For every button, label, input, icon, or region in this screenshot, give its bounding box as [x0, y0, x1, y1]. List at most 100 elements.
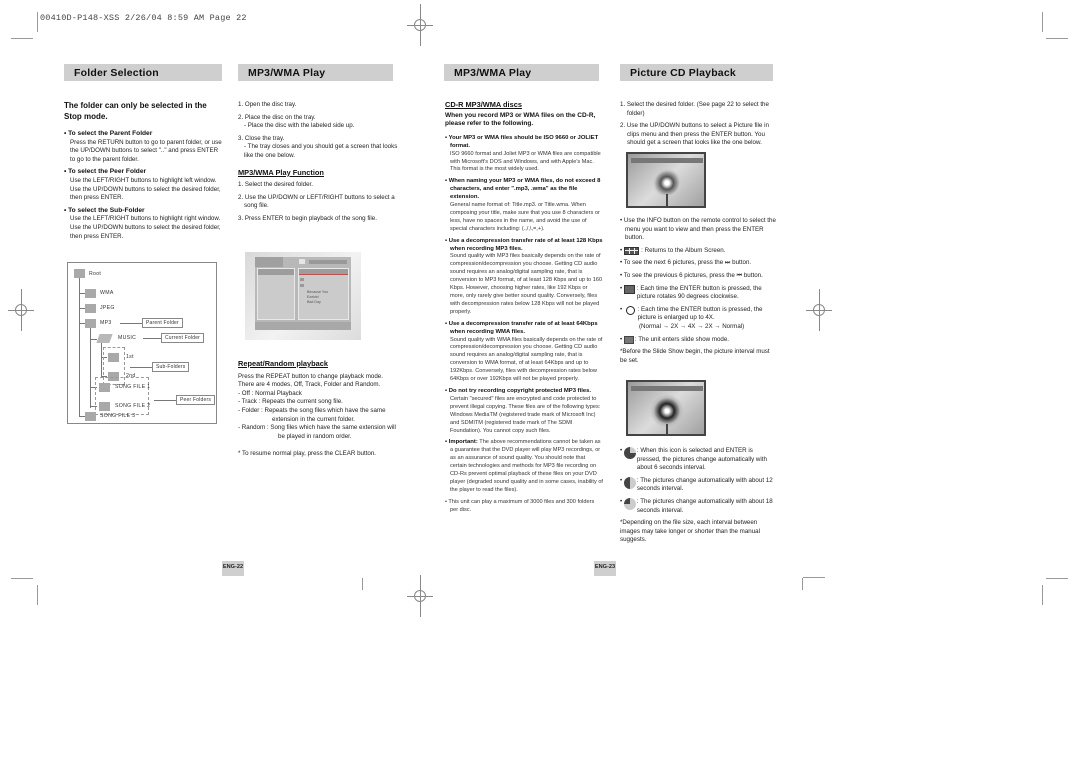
- crop-mark: [1046, 578, 1068, 579]
- picture-cd-steps: 1. Select the desired folder. (See page …: [620, 101, 778, 152]
- registration-mark-right: [806, 289, 832, 331]
- picture-step-1: 1. Select the desired folder. (See page …: [620, 101, 769, 117]
- open-folder-icon: [96, 334, 113, 343]
- iso-body: ISO 9660 format and Joliet MP3 or WMA fi…: [450, 150, 601, 173]
- section-header-folder-selection: Folder Selection: [64, 64, 222, 81]
- tree-node-song-file-2: SONG FILE 2: [115, 403, 151, 409]
- repeat-title: Repeat/Random playback: [238, 359, 328, 368]
- slideshow-text: : The unit enters slide show mode.: [634, 335, 730, 343]
- important-label: • Important:: [445, 439, 478, 446]
- folder-icon: [85, 319, 96, 328]
- picture-cd-controls: • Use the INFO button on the remote cont…: [620, 217, 778, 369]
- crop-mark: [1042, 585, 1043, 605]
- step-2: 2. Place the disc on the tray.: [238, 113, 316, 121]
- naming-title: • When naming your MP3 or WMA files, do …: [445, 178, 601, 201]
- function-step-2: 2. Use the UP/DOWN or LEFT/RIGHT buttons…: [238, 193, 395, 210]
- album-text: : Returns to the Album Screen.: [641, 246, 726, 254]
- capacity-note: • This unit can play a maximum of 3000 f…: [445, 498, 595, 513]
- crop-mark: [1042, 12, 1043, 32]
- slideshow-icon: [623, 335, 634, 344]
- tree-node-wma: WMA: [100, 290, 114, 296]
- peer-folder-title: • To select the Peer Folder: [64, 168, 147, 176]
- folder-icon: [99, 383, 110, 392]
- function-step-3: 3. Press ENTER to begin playback of the …: [238, 214, 377, 222]
- interval-18s-text: : The pictures change automatically with…: [636, 497, 773, 514]
- slideshow-intervals: • : When this icon is selected and ENTER…: [620, 447, 778, 549]
- rotate-text: : Each time the ENTER button is pressed,…: [636, 284, 762, 301]
- tree-node-song-file-3: SONG FILE 3: [100, 413, 136, 419]
- zoom-sequence: (Normal → 2X → 4X → 2X → Normal): [639, 322, 745, 330]
- cdr-discs-section: CD-R MP3/WMA discs When you record MP3 o…: [445, 100, 603, 519]
- tree-node-mp3: MP3: [100, 320, 112, 326]
- naming-body: General name format of: Title.mp3. or Ti…: [450, 202, 600, 232]
- picture-screenshot-1: [626, 152, 706, 208]
- section-header-picture-cd: Picture CD Playback: [620, 64, 773, 81]
- folder-icon: [85, 289, 96, 298]
- label-current-folder: Current Folder: [161, 333, 205, 343]
- interval-12s-icon: [623, 476, 636, 489]
- crop-mark: [803, 577, 825, 578]
- wma-rate-title: • Use a decompression transfer rate of a…: [445, 320, 598, 335]
- folder-tree-diagram: Root WMA JPEG MP3 MUSIC 1st 2nd SONG FIL…: [67, 262, 217, 424]
- mp3-menu-screenshot: Because You Ezekiel Bad Day: [245, 252, 361, 340]
- mode-random: - Random : Song files which have the sam…: [238, 424, 396, 440]
- sub-folder-title: • To select the Sub-Folder: [64, 206, 145, 214]
- folder-icon: [108, 353, 119, 362]
- iso-title: • Your MP3 or WMA files should be ISO 96…: [445, 134, 599, 149]
- mode-folder: - Folder : Repeats the song files which …: [238, 406, 386, 423]
- clear-note: * To resume normal play, press the CLEAR…: [238, 450, 377, 458]
- mp3-rate-title: • Use a decompression transfer rate of a…: [445, 237, 603, 252]
- track-item: Because You: [307, 290, 328, 294]
- folder-icon: [99, 402, 110, 411]
- mp3-play-steps: 1. Open the disc tray. 2. Place the disc…: [238, 101, 398, 228]
- folder-icon: [85, 412, 96, 421]
- repeat-intro: Press the REPEAT button to change playba…: [238, 372, 383, 389]
- track-item: Bad Day: [307, 300, 321, 304]
- tree-node-root: Root: [89, 271, 102, 277]
- zoom-text: : Each time the ENTER button is pressed,…: [637, 305, 763, 322]
- interval-12s-text: : The pictures change automatically with…: [636, 476, 773, 493]
- crop-mark: [11, 578, 33, 579]
- function-title: MP3/WMA Play Function: [238, 167, 324, 177]
- registration-mark-left: [8, 289, 34, 331]
- step-3: 3. Close the tray.: [238, 134, 285, 142]
- repeat-random-section: Repeat/Random playback Press the REPEAT …: [238, 359, 398, 463]
- slideshow-note: *Before the Slide Show begin, the pictur…: [620, 348, 770, 364]
- interval-18s-icon: [623, 497, 636, 510]
- interval-footnote: *Depending on the file size, each interv…: [620, 519, 760, 544]
- zoom-icon: [625, 305, 635, 315]
- folder-icon: [85, 304, 96, 313]
- crop-mark: [802, 578, 803, 590]
- function-step-1: 1. Select the desired folder.: [238, 181, 313, 189]
- interval-6s-text: : When this icon is selected and ENTER i…: [636, 447, 767, 472]
- important-body: The above recommendations cannot be take…: [450, 439, 603, 493]
- step-1: 1. Open the disc tray.: [238, 101, 297, 108]
- section-header-mp3-wma-play: MP3/WMA Play: [238, 64, 393, 81]
- tree-node-1st: 1st: [126, 354, 134, 360]
- sub-folder-body: Use the LEFT/RIGHT buttons to highlight …: [70, 215, 221, 240]
- tree-node-jpeg: JPEG: [100, 305, 115, 311]
- track-item: Ezekiel: [307, 295, 319, 299]
- next-pictures-text: • To see the next 6 pictures, press the …: [620, 259, 752, 267]
- parent-folder-title: • To select the Parent Folder: [64, 130, 153, 137]
- parent-folder-body: Press the RETURN button to go to parent …: [70, 138, 222, 163]
- registration-mark-top: [407, 4, 433, 46]
- label-parent-folder: Parent Folder: [142, 318, 183, 328]
- prev-pictures-text: • To see the previous 6 pictures, press …: [620, 271, 763, 279]
- page-number-left: ENG-22: [222, 561, 244, 576]
- copyright-body: Certain "secured" files are encrypted an…: [450, 395, 601, 434]
- wma-rate-body: Sound quality with WMA files basically d…: [450, 336, 603, 383]
- label-sub-folders: Sub-Folders: [152, 362, 190, 372]
- section-header-mp3-wma-play-2: MP3/WMA Play: [444, 64, 599, 81]
- tree-node-music: MUSIC: [118, 335, 137, 341]
- crop-mark: [11, 38, 33, 39]
- registration-mark-bottom: [407, 575, 433, 617]
- step-3-sub: - The tray closes and you should get a s…: [244, 143, 398, 159]
- crop-mark: [37, 12, 38, 32]
- label-peer-folders: Peer Folders: [176, 395, 216, 405]
- info-instruction: • Use the INFO button on the remote cont…: [620, 217, 776, 242]
- folder-icon: [74, 269, 85, 278]
- page-number-right: ENG-23: [594, 561, 616, 576]
- cdr-lead: When you record MP3 or WMA files on the …: [445, 111, 596, 128]
- folder-selection-lead: The folder can only be selected in the S…: [64, 101, 207, 121]
